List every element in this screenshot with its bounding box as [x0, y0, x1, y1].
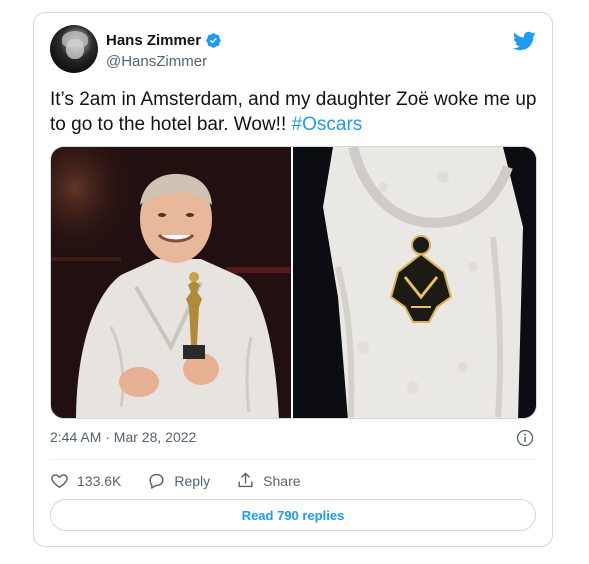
author-name[interactable]: Hans Zimmer — [106, 32, 201, 49]
reply-button[interactable]: Reply — [147, 471, 210, 490]
share-icon — [238, 472, 253, 488]
action-bar: 133.6K Reply Share — [50, 471, 327, 490]
share-button[interactable]: Share — [236, 471, 301, 490]
twitter-bird-icon[interactable] — [512, 29, 536, 53]
photo-oscar-on-robe[interactable] — [293, 147, 536, 418]
like-count: 133.6K — [77, 472, 122, 489]
divider — [50, 459, 536, 460]
author-name-row[interactable]: Hans Zimmer — [106, 32, 222, 49]
photo-man-with-oscar[interactable] — [51, 147, 291, 418]
tweet-text: It’s 2am in Amsterdam, and my daughter Z… — [50, 87, 540, 137]
tweet-card: Hans Zimmer @HansZimmer It’s 2am in Amst… — [33, 12, 553, 547]
hashtag-link[interactable]: #Oscars — [292, 114, 363, 135]
heart-icon — [51, 474, 68, 489]
tweet-timestamp[interactable]: 2:44 AM · Mar 28, 2022 — [50, 429, 196, 445]
avatar[interactable] — [50, 25, 98, 73]
info-icon[interactable] — [516, 429, 534, 447]
read-replies-button[interactable]: Read 790 replies — [50, 499, 536, 531]
share-label: Share — [263, 472, 301, 489]
verified-badge-icon — [206, 33, 221, 48]
reply-label: Reply — [174, 472, 211, 489]
photo-right-illustration — [293, 147, 536, 418]
like-button[interactable]: 133.6K — [50, 471, 121, 490]
reply-icon — [149, 473, 164, 489]
photo-left-illustration — [51, 147, 291, 418]
media-grid[interactable] — [50, 146, 537, 419]
author-handle[interactable]: @HansZimmer — [106, 53, 207, 70]
